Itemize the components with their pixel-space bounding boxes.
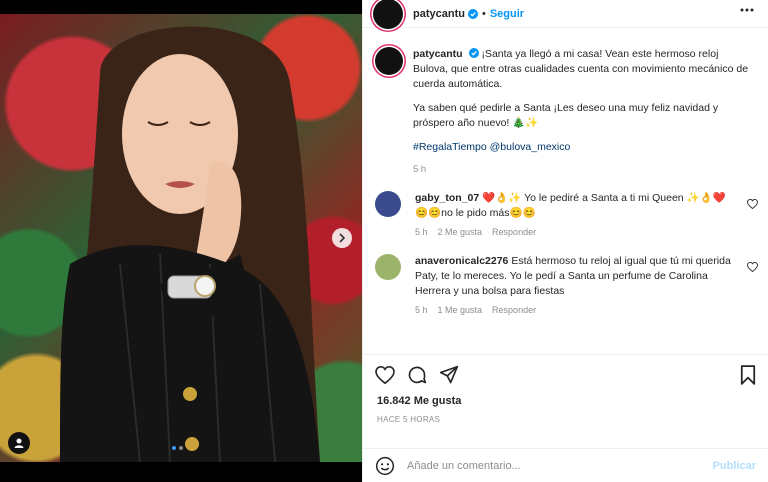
commenter-username[interactable]: anaveronicalc2276 (415, 255, 508, 267)
commenter-avatar[interactable] (375, 254, 401, 280)
caption-author-avatar[interactable] (375, 47, 403, 75)
woman-portrait-image (60, 26, 320, 462)
comment-time: 5 h (415, 305, 428, 315)
reply-button[interactable]: Responder (492, 303, 536, 318)
carousel-dot (179, 446, 183, 450)
comment-icon[interactable] (407, 365, 427, 385)
heart-icon[interactable] (747, 262, 758, 272)
verified-badge-icon (467, 8, 478, 19)
add-comment-bar: Publicar (363, 448, 768, 482)
caption-hashtags[interactable]: #RegalaTiempo @bulova_mexico (413, 140, 756, 155)
caption-username[interactable]: patycantu (413, 48, 463, 60)
comment-meta: 5 h 1 Me gusta Responder (415, 303, 736, 318)
comment-body: gaby_ton_07 ❤️👌✨ Yo le pediré a Santa a … (415, 191, 756, 240)
caption-body: patycantu ¡Santa ya llegó a mi casa! Vea… (413, 47, 756, 177)
carousel-dot-active (172, 446, 176, 450)
user-tags-button[interactable] (8, 432, 30, 454)
emoji-icon[interactable] (375, 456, 395, 476)
comment-input[interactable] (407, 459, 713, 472)
likes-count[interactable]: 16.842 Me gusta (363, 385, 768, 407)
comment-likes[interactable]: 2 Me gusta (438, 225, 483, 240)
post-photo (0, 14, 362, 462)
comment-body: anaveronicalc2276 Está hermoso tu reloj … (415, 254, 756, 318)
comment-time: 5 h (415, 227, 428, 237)
reply-button[interactable]: Responder (492, 225, 536, 240)
next-media-button[interactable] (332, 228, 352, 248)
post-actions: 16.842 Me gusta HACE 5 HORAS (363, 354, 768, 444)
action-icons (363, 355, 768, 385)
post-timestamp: HACE 5 HORAS (377, 415, 441, 424)
comment-likes[interactable]: 1 Me gusta (438, 303, 483, 318)
heart-icon[interactable] (747, 199, 758, 209)
caption-text-2: Ya saben qué pedirle a Santa ¡Les deseo … (413, 102, 719, 129)
chevron-right-icon (339, 233, 346, 243)
comment-item: gaby_ton_07 ❤️👌✨ Yo le pediré a Santa a … (363, 191, 768, 240)
more-options-icon[interactable] (740, 8, 754, 12)
header-separator: • (481, 7, 486, 20)
commenter-avatar[interactable] (375, 191, 401, 217)
post-caption: patycantu ¡Santa ya llegó a mi casa! Vea… (363, 29, 768, 177)
heart-icon[interactable] (375, 366, 395, 384)
author-avatar[interactable] (373, 0, 403, 29)
share-icon[interactable] (439, 365, 459, 385)
commenter-username[interactable]: gaby_ton_07 (415, 192, 479, 204)
bookmark-icon[interactable] (740, 365, 756, 385)
comment-meta: 5 h 2 Me gusta Responder (415, 225, 736, 240)
user-tag-icon (14, 438, 24, 448)
post-details-panel: patycantu • Seguir patycantu ¡Santa ya l… (362, 0, 768, 482)
comment-item: anaveronicalc2276 Está hermoso tu reloj … (363, 254, 768, 318)
caption-time: 5 h (413, 164, 427, 175)
post-media (0, 0, 362, 482)
publish-button[interactable]: Publicar (713, 460, 756, 472)
verified-badge-icon (468, 48, 479, 58)
instagram-post-view: patycantu • Seguir patycantu ¡Santa ya l… (0, 0, 768, 482)
caption-text-1: ¡Santa ya llegó a mi casa! Vean este her… (413, 48, 749, 90)
follow-button[interactable]: Seguir (490, 8, 524, 20)
post-header: patycantu • Seguir (363, 0, 768, 29)
author-username[interactable]: patycantu (413, 8, 465, 20)
carousel-indicator (172, 446, 183, 450)
comments-scroll-area[interactable]: patycantu ¡Santa ya llegó a mi casa! Vea… (363, 29, 768, 353)
